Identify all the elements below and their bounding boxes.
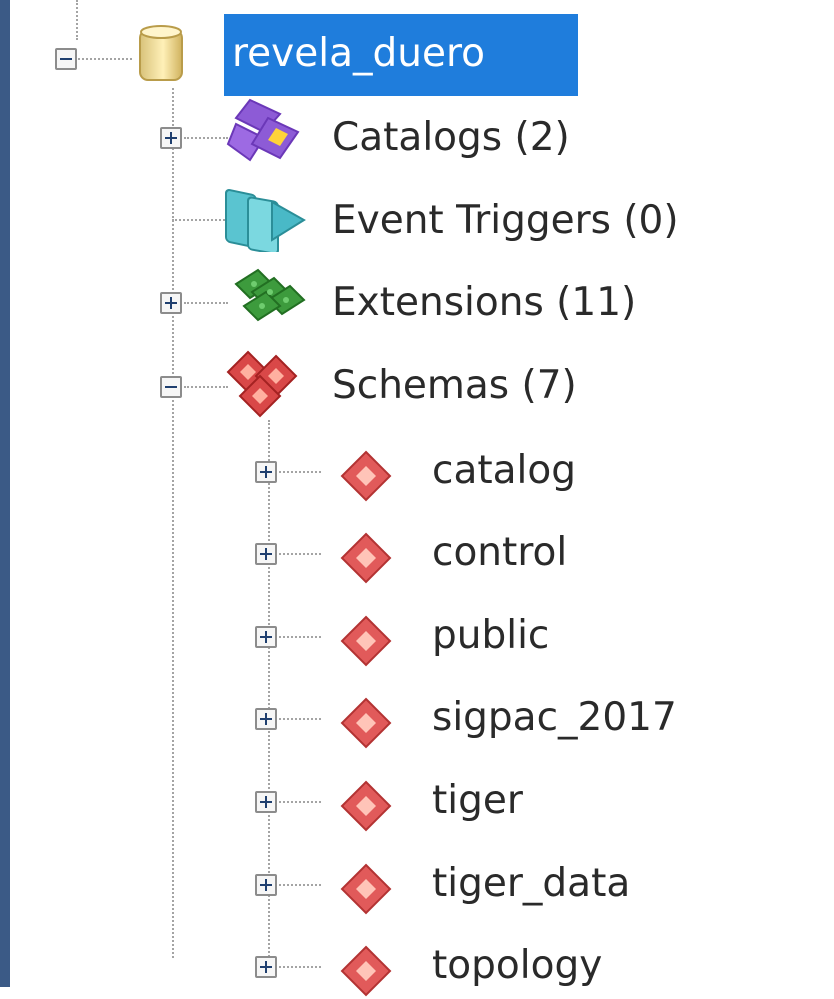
schema-item-catalog[interactable]: catalog — [432, 447, 576, 495]
schemas-collapse-toggle[interactable] — [160, 376, 182, 398]
schema-icon — [340, 863, 392, 915]
panel-left-border — [0, 0, 18, 987]
schema-item-tiger[interactable]: tiger — [432, 777, 523, 825]
tree-connector — [279, 471, 321, 473]
schema-item-tiger-data[interactable]: tiger_data — [432, 860, 630, 908]
extensions-icon — [234, 268, 306, 322]
schema-item-topology[interactable]: topology — [432, 942, 602, 990]
tree-connector — [78, 58, 132, 60]
tree-connector — [279, 801, 321, 803]
tree-item-schemas[interactable]: Schemas (7) — [332, 362, 577, 410]
catalogs-expand-toggle[interactable] — [160, 127, 182, 149]
schema-icon — [340, 945, 392, 997]
catalogs-icon — [226, 98, 300, 162]
schema-catalog-expand-toggle[interactable] — [255, 461, 277, 483]
tree-connector — [184, 137, 228, 139]
database-icon — [139, 25, 183, 81]
extensions-expand-toggle[interactable] — [160, 292, 182, 314]
object-browser-tree: revela_duero Catalogs (2) Event Triggers… — [0, 0, 834, 997]
tree-connector — [279, 553, 321, 555]
schema-icon — [340, 615, 392, 667]
tree-connector — [184, 386, 228, 388]
schemas-icon — [226, 350, 298, 418]
schema-topology-expand-toggle[interactable] — [255, 956, 277, 978]
schema-icon — [340, 532, 392, 584]
schema-tiger-expand-toggle[interactable] — [255, 791, 277, 813]
tree-item-catalogs[interactable]: Catalogs (2) — [332, 114, 570, 162]
tree-connector — [279, 966, 321, 968]
tree-connector — [279, 636, 321, 638]
tree-connector — [184, 302, 228, 304]
schema-item-sigpac-2017[interactable]: sigpac_2017 — [432, 694, 677, 742]
root-node-label[interactable]: revela_duero — [232, 30, 485, 78]
root-collapse-toggle[interactable] — [55, 48, 77, 70]
tree-item-extensions[interactable]: Extensions (11) — [332, 279, 636, 327]
schema-icon — [340, 450, 392, 502]
event-triggers-icon — [225, 189, 306, 252]
schema-icon — [340, 697, 392, 749]
schema-public-expand-toggle[interactable] — [255, 626, 277, 648]
tree-connector — [279, 718, 321, 720]
schema-item-control[interactable]: control — [432, 529, 567, 577]
tree-item-event-triggers[interactable]: Event Triggers (0) — [332, 197, 679, 245]
schema-control-expand-toggle[interactable] — [255, 543, 277, 565]
schema-sigpac-expand-toggle[interactable] — [255, 708, 277, 730]
schema-icon — [340, 780, 392, 832]
schema-tiger-data-expand-toggle[interactable] — [255, 874, 277, 896]
tree-connector — [76, 0, 78, 40]
tree-connector — [279, 884, 321, 886]
schema-item-public[interactable]: public — [432, 612, 549, 660]
